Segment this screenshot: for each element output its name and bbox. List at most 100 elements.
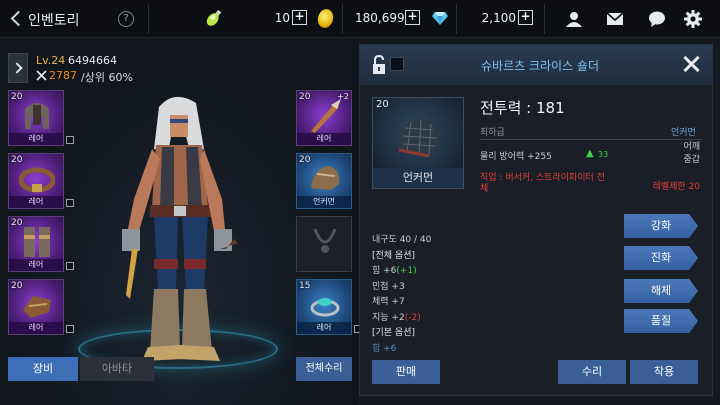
evolve-button[interactable]: 진화 [624,246,698,270]
chat-icon[interactable] [648,10,666,28]
page-title: 인벤토리 [28,13,80,29]
item-combat-power: 전투력 : 181 [480,99,565,117]
belt-icon [19,167,55,193]
sword-icon [311,99,341,133]
item-preview: 20 언커먼 [372,97,464,189]
gem-icon [432,12,448,25]
sell-button[interactable]: 판매 [372,360,440,384]
slot-part: 어깨 [683,142,700,152]
character-id: 6494664 [68,54,117,67]
all-options-header: [전체 옵션] [372,250,416,261]
equipment-slot-necklace-empty[interactable] [296,216,352,272]
unlock-icon[interactable] [372,55,386,75]
add-gem-button[interactable]: + [518,10,533,25]
item-detail-panel: 슈바르츠 크라이스 숄더 20 언커먼 전투력 : 181 최하급 언커먼 물리… [359,44,713,396]
repair-button[interactable]: 수리 [558,360,626,384]
durability: 내구도 40 / 40 [372,235,432,245]
expand-chevron-button[interactable] [8,53,28,83]
character-level: Lv.24 [36,54,66,67]
enhance-button[interactable]: 강화 [624,214,698,238]
slot-grade: 레어 [9,259,63,271]
necklace-icon [313,228,337,253]
slot-grade: 레어 [9,322,63,334]
stat-vit: 체력 +7 [372,297,405,307]
slot-checkbox[interactable] [66,262,74,270]
base-options-header: [기본 옵션] [372,328,416,338]
equipment-slot-helmet[interactable]: 20 레어 [8,90,74,146]
equipment-slot-weapon[interactable]: 20 +2 레어 [296,90,352,146]
equip-button[interactable]: 착용 [630,360,698,384]
slot-checkbox[interactable] [66,136,74,144]
item-grade: 최하급 [480,128,505,138]
stat-str: 힘 +6 [372,266,397,276]
equipment-slot-gloves[interactable]: 20 레어 [8,279,74,335]
stat-bonus: (+1) [396,266,417,276]
quality-button[interactable]: 품질 [624,309,698,333]
stat-penalty: (-2) [404,312,421,323]
rank-percentile: /상위 60% [81,71,133,84]
gem-value: 2,100 [481,11,516,25]
add-gold-button[interactable]: + [405,10,420,25]
tab-equipment[interactable]: 장비 [8,357,78,381]
stat-row: 지능 +2(-2) [372,310,572,326]
equipment-slot-belt[interactable]: 20 레어 [8,153,74,209]
divider [480,139,702,140]
stat-row: 힘 +6(+1) [372,263,572,279]
slot-grade: 레어 [297,133,351,145]
tab-avatar[interactable]: 아바타 [80,357,154,381]
equipment-slot-ring[interactable]: 15 레어 [296,279,362,335]
add-energy-button[interactable]: + [292,10,307,25]
item-rarity: 언커먼 [671,128,696,138]
armor-weight: 중갑 [683,155,700,165]
helmet-icon [25,103,49,129]
equipment-slot-shoulder[interactable]: 20 언커먼 [296,153,352,209]
character-model [122,96,238,361]
stat-int: 지능 +2 [372,312,405,323]
slot-checkbox[interactable] [66,199,74,207]
divider [148,4,149,34]
slot-grade: 언커먼 [297,196,351,208]
shoulder-armor-icon [311,166,340,190]
gloves-icon [23,296,51,318]
crossed-swords-icon [36,70,47,81]
equipment-slot-greaves[interactable]: 20 레어 [8,216,74,272]
help-icon[interactable]: ? [118,11,134,27]
back-arrow-icon[interactable] [8,9,24,29]
divider [456,4,457,34]
gold-value: 180,699 [355,11,405,25]
item-detail-header: 슈바르츠 크라이스 숄더 [360,45,712,85]
level-requirement: 레벨제한 20 [652,182,700,192]
combat-power-value: 2787 [49,69,77,82]
defense-stat: 물리 방어력 +255 [480,152,552,162]
divider [544,4,545,34]
gold-coin-icon [315,7,336,30]
slot-grade: 레어 [9,196,63,208]
close-icon[interactable] [682,55,700,73]
settings-gear-icon[interactable] [684,10,702,28]
item-rarity-label: 언커먼 [373,168,463,188]
slot-grade: 레어 [297,322,351,334]
dismantle-button[interactable]: 해체 [624,279,698,303]
repair-all-button[interactable]: 전체수리 [296,357,352,381]
stat-agi: 민첩 +3 [372,281,405,292]
item-stats-list: 내구도 40 / 40 [전체 옵션] 힘 +6(+1) 민첩 +3 체력 +7… [372,232,572,356]
friends-icon[interactable] [565,10,583,28]
ring-icon [310,298,340,317]
slot-checkbox[interactable] [66,325,74,333]
class-requirement: 직업 : 버서커, 스트라이파이터 전체 [480,173,605,194]
mail-icon[interactable] [606,10,624,28]
slot-grade: 레어 [9,133,63,145]
energy-value: 10 [274,11,290,25]
character-panel: Lv.24 6494664 2787 /상위 60% 20 레어 20 레어 2… [0,39,362,405]
item-level: 20 [376,99,389,110]
equip-slot-type: 어깨 중갑 [660,141,700,167]
divider [342,4,343,34]
lock-toggle[interactable] [390,57,404,71]
base-stat-str: 힘 +6 [372,343,397,354]
energy-potion-icon [206,9,222,26]
shoulder-armor-icon [398,118,440,158]
top-bar: 인벤토리 ? 10 + 180,699 + 2,100 + [0,0,720,38]
greaves-icon [24,227,50,257]
defense-difference: 33 [598,150,609,159]
increase-arrow-icon: ▲ [586,148,594,159]
